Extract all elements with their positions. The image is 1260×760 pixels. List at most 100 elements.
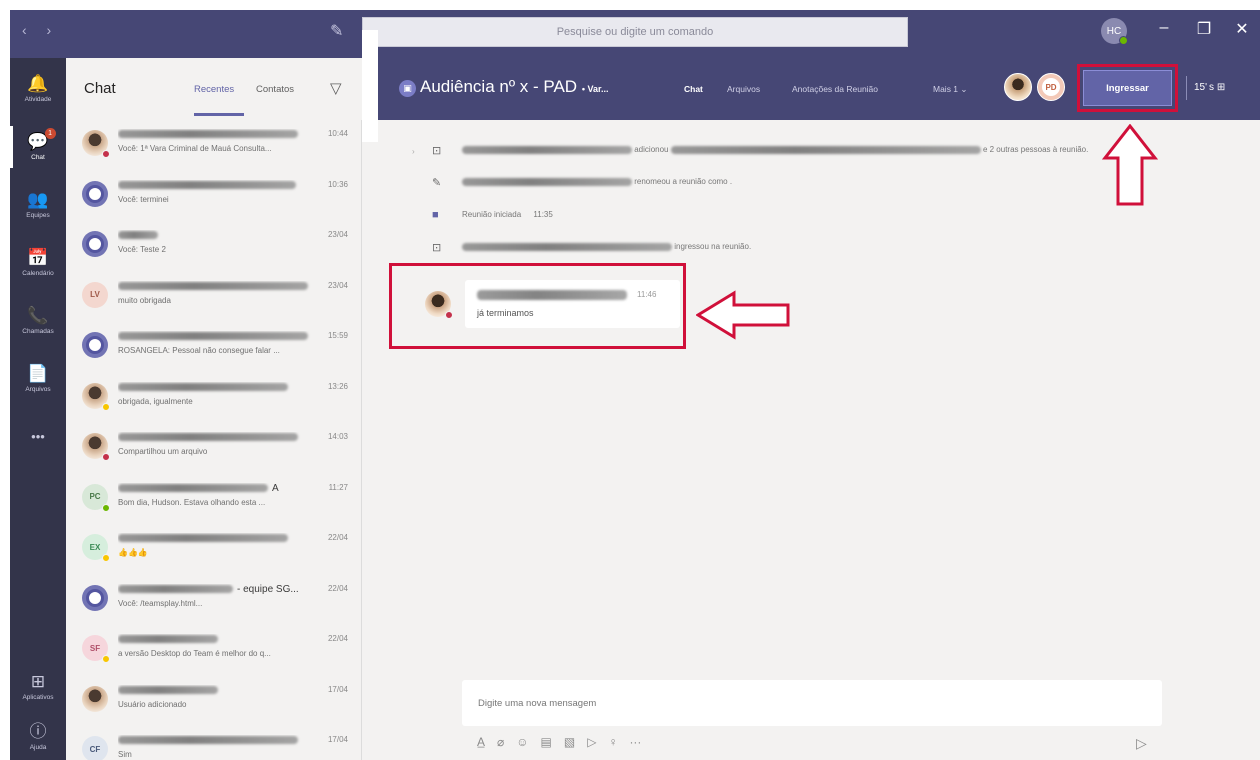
conversation-pane: ▣ Audiência nº x - PAD • Var... Chat Arq… bbox=[362, 58, 1260, 760]
emoji-icon[interactable]: ☺ bbox=[516, 735, 528, 749]
phone-icon: 📞 bbox=[27, 306, 49, 325]
chat-preview: Sim bbox=[118, 750, 132, 759]
contact-name-suffix: - equipe SG... bbox=[237, 583, 299, 595]
attach-icon[interactable]: ⌀ bbox=[497, 735, 504, 749]
contact-name bbox=[118, 432, 314, 444]
presence-yellow-icon bbox=[102, 554, 110, 562]
sticker-icon[interactable]: ▧ bbox=[564, 735, 575, 749]
chat-preview: 👍👍👍 bbox=[118, 548, 148, 557]
profile-avatar[interactable]: HC bbox=[1101, 18, 1128, 45]
chat-time: 11:27 bbox=[328, 482, 348, 492]
blurred-name bbox=[118, 483, 268, 492]
left-arrow-annotation bbox=[696, 290, 790, 340]
message-author-blurred bbox=[477, 290, 627, 300]
contact-name bbox=[118, 735, 314, 747]
filter-icon[interactable]: ▽ bbox=[330, 79, 342, 97]
blurred-name bbox=[118, 382, 288, 391]
join-button[interactable]: Ingressar bbox=[1083, 70, 1172, 106]
activity-time: 11:35 bbox=[533, 210, 553, 219]
added-icon: ⊡ bbox=[432, 145, 442, 157]
tab-contacts[interactable]: Contatos bbox=[256, 84, 294, 95]
more-options-icon[interactable]: ··· bbox=[629, 735, 641, 749]
participant-avatar[interactable] bbox=[1004, 73, 1032, 101]
chat-list-item[interactable]: PC A 11:27 Bom dia, Hudson. Estava olhando … bbox=[66, 474, 362, 524]
chat-list-item[interactable]: EX 22/04 👍👍👍 bbox=[66, 524, 362, 574]
chat-list-item[interactable]: 13:26 obrigada, igualmente bbox=[66, 373, 362, 423]
activity-text: renomeou a reunião como . bbox=[462, 177, 732, 186]
chat-list-item[interactable]: SF 22/04 a versão Desktop do Team é melhor… bbox=[66, 625, 362, 675]
more-icon: ••• bbox=[31, 429, 45, 444]
close-button[interactable]: ✕ bbox=[1230, 19, 1254, 39]
chat-preview: a versão Desktop do Team é melhor do q..… bbox=[118, 649, 271, 658]
message-compose-box[interactable]: Digite uma nova mensagem bbox=[462, 680, 1162, 726]
rail-item-calls[interactable]: 📞 Chamadas bbox=[10, 292, 66, 350]
blurred-name bbox=[118, 180, 296, 189]
gif-icon[interactable]: ▤ bbox=[541, 735, 552, 749]
presence-available-icon bbox=[1119, 36, 1128, 45]
chevron-right-icon[interactable]: › bbox=[412, 147, 415, 156]
chat-list-item[interactable]: 14:03 Compartilhou um arquivo bbox=[66, 423, 362, 473]
meeting-started-icon: ■ bbox=[432, 209, 439, 221]
presence-green-icon bbox=[102, 503, 110, 512]
chat-preview: Você: 1ª Vara Criminal de Mauá Consulta.… bbox=[118, 144, 272, 153]
rail-label: Calendário bbox=[22, 270, 54, 277]
activity-text: adicionou e 2 outras pessoas à reunião. bbox=[462, 145, 1088, 154]
meet-now-icon[interactable]: ▷ bbox=[587, 735, 596, 749]
chat-list-item[interactable]: 10:44 Você: 1ª Vara Criminal de Mauá Cons… bbox=[66, 120, 362, 170]
activity-text-part: ingressou na reunião. bbox=[674, 242, 752, 251]
format-icon[interactable]: A̲ bbox=[477, 735, 485, 749]
app-rail: 🔔 Atividade 💬 1 Chat 👥 Equipes 📅 Calendár… bbox=[10, 58, 66, 760]
rail-item-chat[interactable]: 💬 1 Chat bbox=[10, 118, 66, 176]
tab-meeting-notes[interactable]: Anotações da Reunião bbox=[792, 84, 878, 94]
contact-name bbox=[118, 533, 314, 545]
activity-joined: ⊡ ingressou na reunião. bbox=[362, 241, 1260, 255]
chat-list-item[interactable]: 10:36 Você: terminei bbox=[66, 171, 362, 221]
contact-initials: CF bbox=[89, 744, 101, 754]
chat-list-item[interactable]: - equipe SG... 22/04 Você: /teamsplay.html… bbox=[66, 575, 362, 625]
apps-icon: ⊞ bbox=[30, 672, 46, 691]
contact-name: A bbox=[118, 483, 314, 495]
chat-list-item[interactable]: 15:59 ROSANGELA: Pessoal não consegue fal… bbox=[66, 322, 362, 372]
contact-name bbox=[118, 331, 314, 343]
contact-avatar: PC bbox=[82, 483, 110, 512]
tab-recent[interactable]: Recentes bbox=[194, 84, 234, 95]
tab-chat[interactable]: Chat bbox=[684, 84, 703, 94]
header-divider bbox=[1186, 76, 1187, 100]
profile-initials: HC bbox=[1106, 25, 1122, 37]
rail-item-activity[interactable]: 🔔 Atividade bbox=[10, 60, 66, 118]
rail-item-files[interactable]: 📄 Arquivos bbox=[10, 350, 66, 408]
tab-more[interactable]: Mais 1 ⌄ bbox=[933, 84, 968, 95]
meeting-icon: ▣ bbox=[399, 80, 416, 97]
tab-files[interactable]: Arquivos bbox=[727, 84, 760, 94]
rail-item-calendar[interactable]: 📅 Calendário bbox=[10, 234, 66, 292]
chat-preview: Compartilhou um arquivo bbox=[118, 447, 208, 456]
new-chat-icon[interactable]: ✎ bbox=[330, 21, 343, 41]
chat-preview: obrigada, igualmente bbox=[118, 396, 193, 406]
rail-item-teams[interactable]: 👥 Equipes bbox=[10, 176, 66, 234]
chat-list-item[interactable]: LV 23/04 muito obrigada bbox=[66, 272, 362, 322]
participant-avatar-pd[interactable]: PD bbox=[1037, 73, 1065, 101]
chat-list-item[interactable]: CF 17/04 Sim bbox=[66, 726, 362, 760]
back-forward-arrows-icon[interactable]: ‹ › bbox=[22, 22, 59, 38]
contact-name bbox=[118, 382, 314, 394]
rail-item-help[interactable]: ⓘ Ajuda bbox=[10, 708, 66, 760]
praise-icon[interactable]: ♀ bbox=[608, 735, 617, 749]
send-icon[interactable]: ▷ bbox=[1136, 735, 1147, 752]
active-tab-indicator bbox=[194, 113, 244, 116]
chat-list-item[interactable]: 23/04 Você: Teste 2 bbox=[66, 221, 362, 271]
chat-time: 14:03 bbox=[327, 432, 348, 441]
blurred-name bbox=[118, 332, 308, 341]
message-text: já terminamos bbox=[477, 308, 534, 318]
search-input[interactable]: Pesquise ou digite um comando bbox=[362, 17, 908, 47]
maximize-button[interactable]: ❐ bbox=[1192, 19, 1216, 39]
rail-label: Aplicativos bbox=[22, 694, 54, 701]
rail-item-more[interactable]: ••• bbox=[10, 408, 66, 466]
chat-list-item[interactable]: 17/04 Usuário adicionado bbox=[66, 676, 362, 726]
message-bubble[interactable]: 11:46 já terminamos bbox=[465, 280, 680, 328]
blurred-name bbox=[462, 242, 672, 251]
minimize-button[interactable]: – bbox=[1152, 19, 1176, 37]
chat-icon: 💬 1 bbox=[27, 128, 56, 151]
sender-avatar[interactable] bbox=[425, 291, 453, 319]
participants-count[interactable]: 15' s ⊞ bbox=[1194, 82, 1225, 93]
rail-label: Equipes bbox=[26, 212, 50, 219]
